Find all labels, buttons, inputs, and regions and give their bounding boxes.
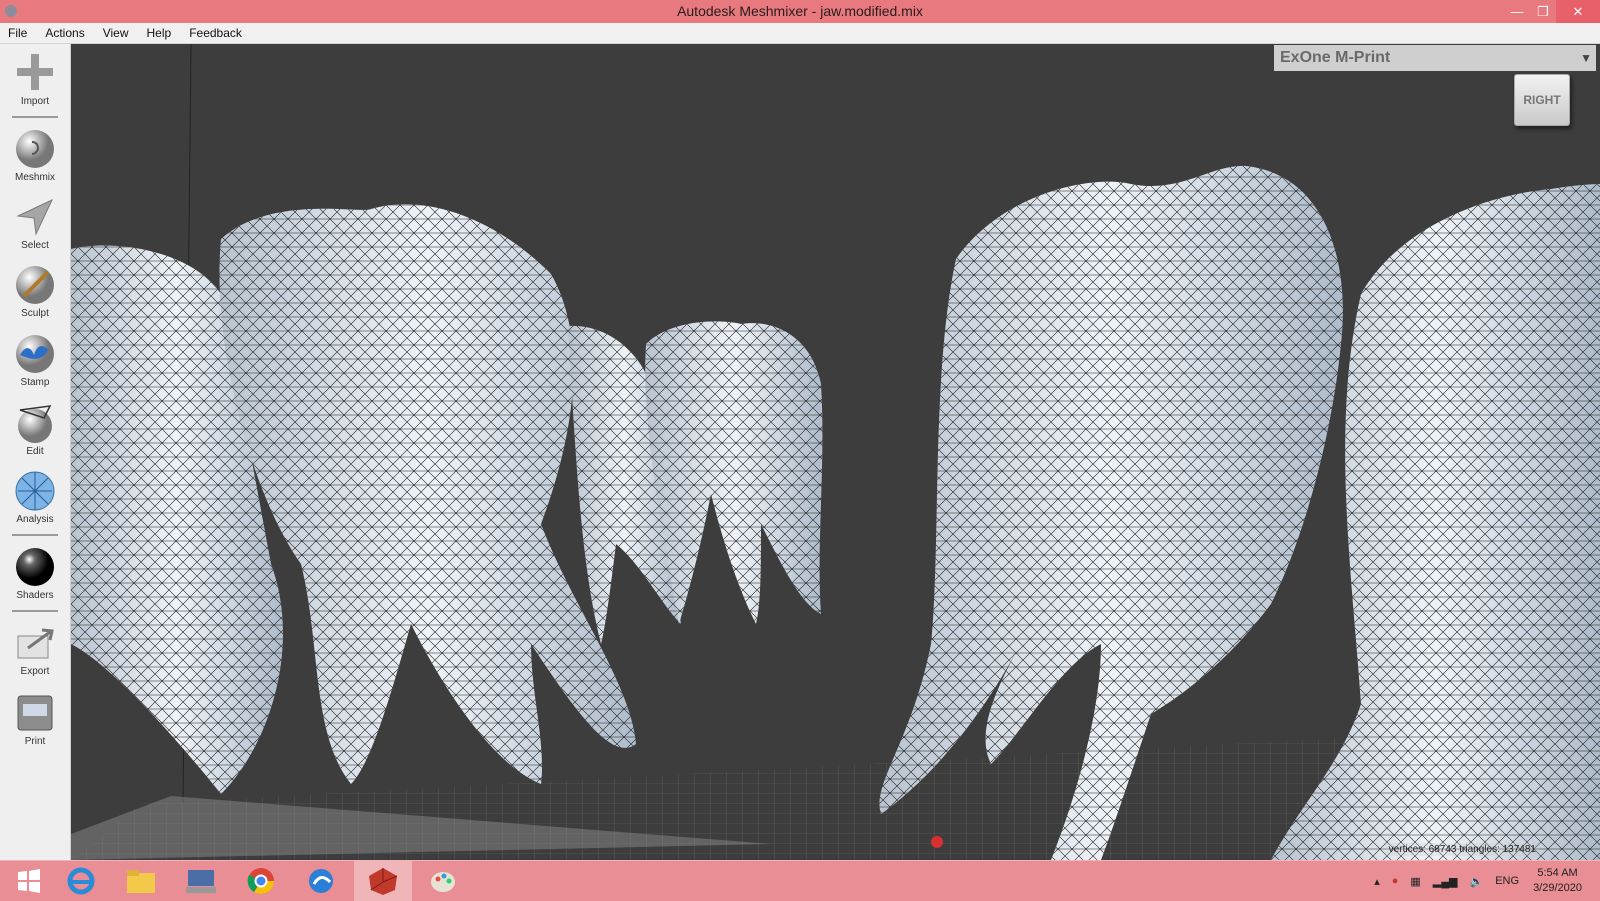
window-title: Autodesk Meshmixer - jaw.modified.mix — [677, 3, 923, 19]
shaders-button[interactable]: Shaders — [0, 546, 70, 601]
clock[interactable]: 5:54 AM 3/29/2020 — [1533, 866, 1582, 896]
print-button[interactable]: Print — [0, 692, 70, 747]
tool-label-select: Select — [21, 240, 49, 251]
restore-icon[interactable]: ❐ — [1530, 0, 1556, 23]
dropdown-arrow-icon[interactable]: ▼ — [1580, 51, 1592, 65]
paint-icon[interactable] — [414, 861, 472, 901]
system-tray: ▴ ● ▦ ▂▄▆ 🔈 ENG 5:54 AM 3/29/2020 — [1368, 861, 1600, 901]
show-hidden-icons-icon[interactable]: ▴ — [1374, 875, 1380, 888]
edit-icon — [18, 405, 52, 443]
start-icon[interactable] — [0, 861, 58, 901]
language-indicator[interactable]: ENG — [1495, 875, 1519, 887]
printer-name: ExOne M-Print — [1280, 49, 1391, 66]
tool-sidebar: Import Meshmix Select Sculpt Stamp Edit … — [0, 44, 71, 860]
select-arrow-icon — [16, 198, 54, 236]
tool-label-shaders: Shaders — [16, 590, 54, 601]
stamp-icon — [16, 335, 54, 373]
import-button[interactable]: Import — [0, 52, 70, 107]
tooth-mesh — [219, 204, 636, 784]
toolbar-divider — [12, 610, 58, 612]
sculpt-button[interactable]: Sculpt — [0, 264, 70, 319]
minimize-icon[interactable]: — — [1504, 0, 1530, 23]
tool-label-analysis: Analysis — [16, 514, 54, 525]
menu-view[interactable]: View — [94, 26, 138, 40]
menu-file[interactable]: File — [0, 26, 36, 40]
browser-icon[interactable] — [292, 861, 350, 901]
app-tray-icon[interactable]: ● — [1392, 875, 1399, 887]
view-cube-face-label: RIGHT — [1523, 93, 1561, 107]
origin-marker — [931, 836, 943, 848]
taskbar: ▴ ● ▦ ▂▄▆ 🔈 ENG 5:54 AM 3/29/2020 — [0, 860, 1600, 901]
tool-label-print: Print — [24, 736, 46, 747]
title-bar: Autodesk Meshmixer - jaw.modified.mix — … — [0, 0, 1600, 23]
stamp-button[interactable]: Stamp — [0, 333, 70, 388]
edit-button[interactable]: Edit — [0, 402, 70, 457]
3d-viewport[interactable]: ExOne M-Print ▼ RIGHT vertices: 68743 tr… — [71, 44, 1600, 860]
analysis-button[interactable]: Analysis — [0, 470, 70, 525]
signal-icon[interactable]: ▂▄▆ — [1433, 875, 1458, 888]
tool-label-meshmix: Meshmix — [14, 172, 55, 183]
sculpt-brush-icon — [16, 266, 54, 304]
file-explorer-icon[interactable] — [112, 861, 170, 901]
tooth-mesh — [645, 321, 823, 624]
analysis-icon — [15, 471, 55, 511]
internet-explorer-icon[interactable] — [52, 861, 110, 901]
tool-label-export: Export — [20, 666, 50, 677]
scene-canvas — [71, 44, 1600, 860]
menu-actions[interactable]: Actions — [36, 26, 93, 40]
plus-icon — [17, 54, 53, 90]
menu-bar: File Actions View Help Feedback — [0, 23, 1600, 44]
meshmix-button[interactable]: Meshmix — [0, 128, 70, 183]
menu-feedback[interactable]: Feedback — [180, 26, 251, 40]
export-button[interactable]: Export — [0, 622, 70, 677]
printer-selector[interactable]: ExOne M-Print ▼ — [1274, 45, 1596, 71]
keyboard-app-icon[interactable] — [172, 861, 230, 901]
toolbar-divider — [12, 534, 58, 536]
view-cube[interactable]: RIGHT — [1514, 74, 1570, 126]
network-device-icon[interactable]: ▦ — [1410, 875, 1420, 888]
tool-label-import: Import — [20, 96, 50, 107]
chrome-icon[interactable] — [232, 861, 290, 901]
meshmixer-icon[interactable] — [354, 861, 412, 901]
tool-label-sculpt: Sculpt — [21, 308, 49, 319]
close-icon[interactable]: ✕ — [1556, 0, 1600, 23]
clock-date: 3/29/2020 — [1533, 882, 1582, 894]
menu-help[interactable]: Help — [138, 26, 181, 40]
toolbar-divider — [12, 116, 58, 118]
mesh-stats: vertices: 68743 triangles: 137481 — [1384, 843, 1540, 856]
clock-time: 5:54 AM — [1537, 867, 1578, 879]
print-icon — [17, 695, 53, 731]
tool-label-stamp: Stamp — [20, 377, 50, 388]
export-icon — [17, 628, 54, 659]
tool-label-edit: Edit — [26, 446, 44, 457]
select-button[interactable]: Select — [0, 196, 70, 251]
meshmix-icon — [16, 130, 54, 168]
shaders-icon — [16, 548, 54, 586]
volume-icon[interactable]: 🔈 — [1470, 875, 1484, 888]
